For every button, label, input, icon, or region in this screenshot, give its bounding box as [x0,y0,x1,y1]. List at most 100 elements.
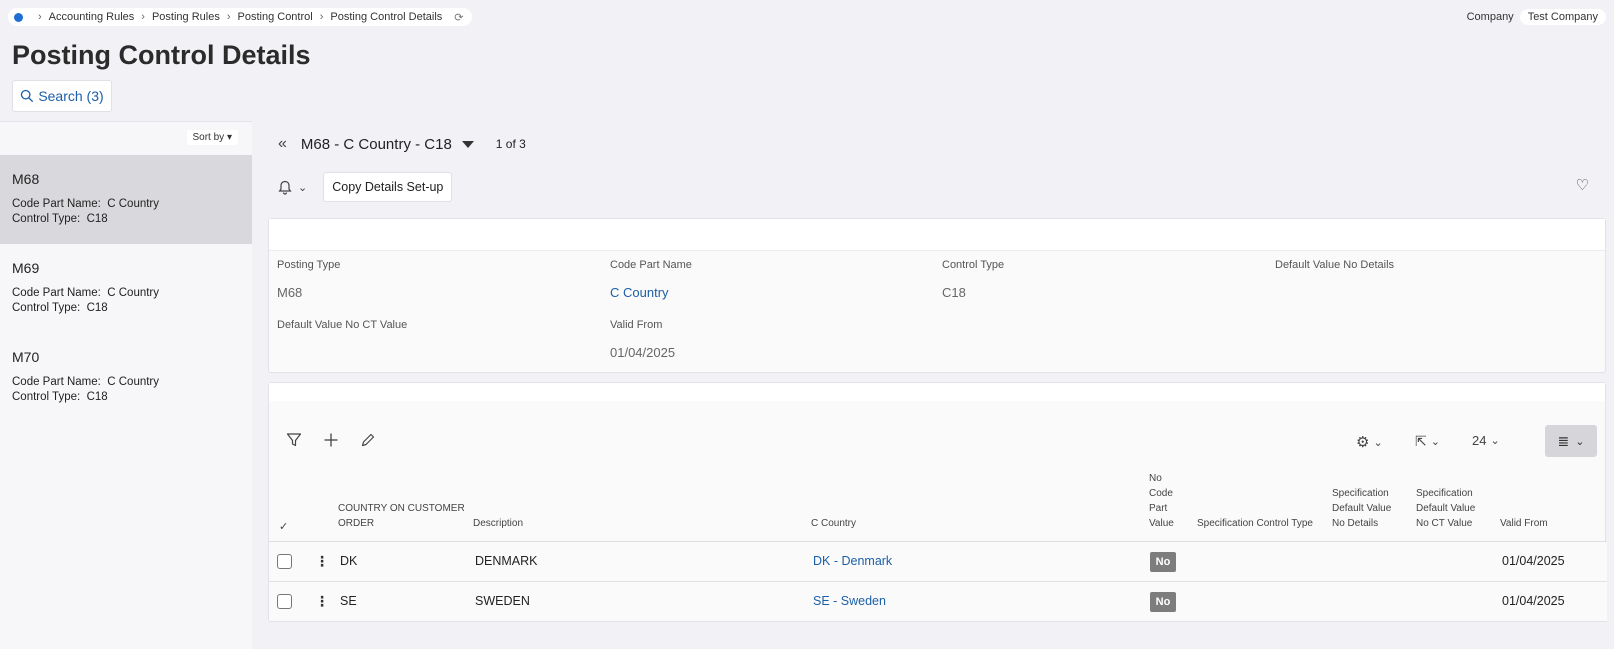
column-header-valid-from[interactable]: Valid From [1500,516,1548,531]
row-menu-icon[interactable]: ⋮ [315,553,329,570]
record-selector[interactable]: M68 - C Country - C18 [301,136,452,153]
page-size-value: 24 [1472,433,1487,448]
company-selector[interactable]: Company Test Company [1467,9,1606,25]
cell-country: SE [340,594,357,608]
code-part-name-label: Code Part Name [610,259,692,271]
default-value-no-details-field: Default Value No Details [1275,259,1394,271]
page-size-dropdown[interactable]: 24 ⌄ [1472,433,1500,448]
gear-icon: ⚙ [1356,434,1370,451]
search-button-label: Search (3) [38,88,104,104]
table-settings-button[interactable]: ⚙ ⌄ [1356,433,1383,451]
breadcrumb-item-posting-control[interactable]: Posting Control [238,11,313,23]
home-icon[interactable] [14,12,23,22]
list-item-control-type: C18 [86,302,108,314]
export-icon: ⇱ [1415,433,1427,449]
column-header-description[interactable]: Description [473,516,523,531]
company-label: Company [1466,11,1514,23]
caret-down-icon[interactable] [461,140,474,148]
list-view-icon: ≣ [1557,432,1570,449]
card-header [269,219,1605,251]
breadcrumb-item-posting-rules[interactable]: Posting Rules [152,11,220,23]
refresh-icon[interactable]: ⟳ [454,11,463,24]
list-item-control-type-label: Control Type: [12,391,81,403]
control-type-label: Control Type [942,259,1005,271]
list-item-control-type: C18 [86,391,108,403]
column-header-c-country[interactable]: C Country [811,516,856,531]
chevron-down-icon: ⌄ [1430,436,1440,448]
copy-details-setup-button[interactable]: Copy Details Set-up [323,172,453,202]
list-item-title: M70 [12,349,40,365]
chevron-down-icon: ⌄ [1490,435,1500,447]
column-header-country-line1: COUNTRY ON CUSTOMER [338,503,465,514]
list-item-control-type: C18 [86,213,108,225]
company-value[interactable]: Test Company [1519,9,1606,25]
cell-c-country-link[interactable]: DK - Denmark [813,554,892,568]
notification-button[interactable]: ⌄ [278,180,307,195]
row-menu-icon[interactable]: ⋮ [315,593,329,610]
column-header-no-code-line3: Part [1149,503,1168,514]
record-header: « M68 - C Country - C18 1 of 3 [278,135,526,153]
column-header-spec-nct-line2: Default Value [1416,503,1476,514]
list-item[interactable]: M69 Code Part Name: C Country Control Ty… [0,244,252,333]
valid-from-label: Valid From [610,319,663,331]
edit-pencil-icon[interactable] [360,432,376,452]
sort-by-label: Sort by [192,132,225,143]
no-code-part-value-badge: No [1150,592,1176,612]
code-part-name-field: Code Part Name C Country [610,259,692,300]
posting-type-label: Posting Type [277,259,341,271]
sort-by-dropdown[interactable]: Sort by ▾ [186,130,238,145]
column-header-spec-control-type[interactable]: Specification Control Type [1197,516,1313,531]
column-header-no-code-line2: Code [1149,488,1173,499]
column-header-no-code-part-value[interactable]: No Code Part Value [1149,471,1174,531]
export-button[interactable]: ⇱ ⌄ [1415,433,1440,450]
control-type-value: C18 [942,285,966,300]
chevron-right-icon: › [141,11,145,23]
list-item-code-part-label: Code Part Name: [12,287,101,299]
record-position: 1 of 3 [495,137,526,151]
default-value-no-ct-label: Default Value No CT Value [277,319,408,331]
select-all-checkmark[interactable]: ✓ [279,520,288,535]
cell-c-country-link[interactable]: SE - Sweden [813,594,886,608]
list-item-title: M68 [12,171,40,187]
add-icon[interactable] [323,432,339,452]
table-row[interactable]: ⋮ SE SWEDEN SE - Sweden No 01/04/2025 [269,582,1607,622]
column-header-spec-nct-line1: Specification [1416,488,1473,499]
search-icon [21,89,34,103]
details-card: Posting Type M68 Code Part Name C Countr… [268,218,1606,373]
cell-description: DENMARK [475,554,538,568]
chevron-right-icon: › [38,11,42,23]
no-code-part-value-badge: No [1150,552,1176,572]
column-header-spec-default-no-ct[interactable]: Specification Default Value No CT Value [1416,486,1475,531]
favorite-heart-icon[interactable]: ♡ [1576,176,1589,194]
search-button[interactable]: Search (3) [12,80,112,112]
list-item-title: M69 [12,260,40,276]
record-list: Sort by ▾ M68 Code Part Name: C Country … [0,121,252,649]
control-type-field: Control Type C18 [942,259,1004,300]
list-item-code-part: C Country [107,287,160,299]
code-part-name-link[interactable]: C Country [610,285,692,300]
collapse-list-icon[interactable]: « [278,135,287,153]
column-header-country-line2: ORDER [338,518,375,529]
chevron-right-icon: › [226,11,231,23]
list-item[interactable]: M70 Code Part Name: C Country Control Ty… [0,333,252,422]
page-title: Posting Control Details [12,40,311,70]
list-item-code-part-label: Code Part Name: [12,198,101,210]
valid-from-field: Valid From 01/04/2025 [610,319,675,360]
bell-icon [278,180,292,195]
column-header-spec-default-no-details[interactable]: Specification Default Value No Details [1332,486,1391,531]
list-item[interactable]: M68 Code Part Name: C Country Control Ty… [0,155,252,244]
column-header-spec-nd-line3: No Details [1332,518,1379,529]
list-item-control-type-label: Control Type: [12,213,81,225]
column-header-country[interactable]: COUNTRY ON CUSTOMER ORDER [338,501,465,531]
row-checkbox[interactable] [277,554,292,569]
filter-icon[interactable] [286,432,302,452]
table-row[interactable]: ⋮ DK DENMARK DK - Denmark No 01/04/2025 [269,542,1607,582]
row-checkbox[interactable] [277,594,292,609]
table-card: ⚙ ⌄ ⇱ ⌄ 24 ⌄ ≣ ⌄ ✓ COUNTRY ON CUSTOMER O… [268,382,1607,622]
column-header-no-code-line1: No [1149,473,1162,484]
view-mode-button[interactable]: ≣ ⌄ [1545,425,1597,457]
posting-type-value: M68 [277,285,303,300]
chevron-down-icon: ⌄ [1373,436,1383,449]
breadcrumb-item-accounting-rules[interactable]: Accounting Rules [49,11,135,23]
column-header-spec-nd-line1: Specification [1332,488,1389,499]
